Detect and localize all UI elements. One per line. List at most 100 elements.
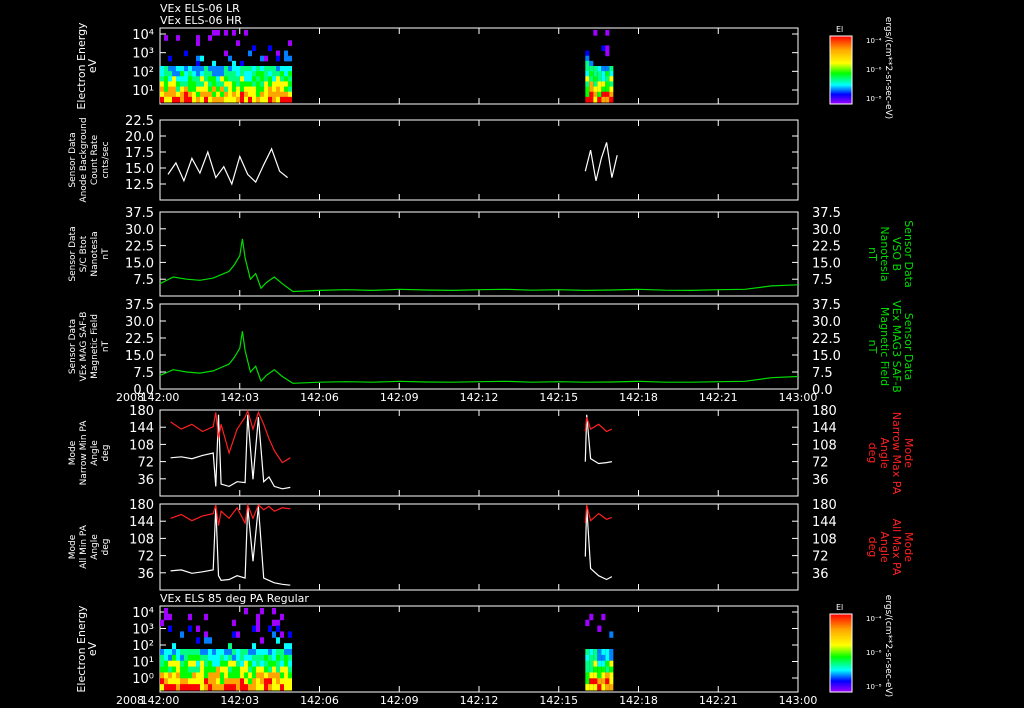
ytick-label: 10³ <box>132 47 154 62</box>
heatmap-cell <box>200 678 204 685</box>
ylabel-line: VEx MAG SAF-B <box>79 312 89 382</box>
heatmap-cell <box>224 50 228 57</box>
time-axis-label: 142:12 <box>460 391 499 404</box>
colorbar-tick: 10⁻⁸ <box>866 683 882 691</box>
heatmap-cell <box>593 30 598 36</box>
heatmap-cell <box>593 96 598 103</box>
heatmap-cell <box>272 619 276 627</box>
heatmap-cell <box>244 660 248 668</box>
heatmap-cell <box>192 654 196 662</box>
heatmap-cell <box>597 654 602 662</box>
heatmap-cell <box>585 71 590 77</box>
heatmap-cell <box>172 96 176 103</box>
heatmap-cell <box>228 76 232 82</box>
ytick-label-right: 144 <box>812 421 837 436</box>
heatmap-cell <box>192 678 196 685</box>
heatmap-cell <box>593 649 598 656</box>
ylabel-right: Sensor DataVSO BNanoteslanT <box>866 220 915 287</box>
ylabel-left: ModeNarrow Min PAAngledeg <box>68 420 111 486</box>
heatmap-cell <box>212 76 216 82</box>
heatmap-cell <box>593 666 598 673</box>
time-axis-label: 142:00 <box>141 391 180 404</box>
heatmap-cell <box>284 666 288 673</box>
ylabel-line: Sensor Data <box>68 226 78 281</box>
ytick-label: 22.5 <box>125 332 154 347</box>
heatmap-cell <box>593 672 598 679</box>
heatmap-cell <box>180 660 184 668</box>
heatmap-cell <box>204 91 208 98</box>
heatmap-cell <box>200 660 204 668</box>
heatmap-cell <box>236 666 240 673</box>
heatmap-cell <box>200 649 204 656</box>
heatmap-cell <box>256 666 260 673</box>
ytick-label: 10² <box>132 639 154 654</box>
heatmap-cell <box>232 96 236 103</box>
heatmap-cell <box>252 654 256 662</box>
ytick-label: 144 <box>129 421 154 436</box>
heatmap-cell <box>176 660 180 668</box>
heatmap-cell <box>605 672 610 679</box>
heatmap-cell <box>601 649 606 656</box>
heatmap-cell <box>160 91 164 98</box>
heatmap-cell <box>188 666 192 673</box>
heatmap-cell <box>268 678 272 685</box>
heatmap-cell <box>228 86 232 93</box>
heatmap-cell <box>224 30 228 36</box>
heatmap-cell <box>188 66 192 72</box>
heatmap-cell <box>589 60 594 67</box>
heatmap-cell <box>288 643 292 650</box>
heatmap-cell <box>585 672 590 679</box>
ytick-label-right: 37.5 <box>812 298 841 313</box>
heatmap-cell <box>232 660 236 668</box>
heatmap-cell <box>272 66 276 72</box>
heatmap-cell <box>168 55 172 62</box>
ytick-label: 15.0 <box>125 256 154 271</box>
heatmap-cell <box>168 76 172 82</box>
heatmap-cell <box>196 60 200 67</box>
heatmap-cell <box>228 91 232 98</box>
ylabel-line: Narrow Min PA <box>79 420 89 486</box>
heatmap-cell <box>264 76 268 82</box>
heatmap-cell <box>164 91 168 98</box>
heatmap-cell <box>252 91 256 98</box>
heatmap-cell <box>224 81 228 88</box>
heatmap-cell <box>164 76 168 82</box>
heatmap-cell <box>240 71 244 77</box>
time-axis-label: 142:09 <box>380 391 419 404</box>
heatmap-cell <box>240 660 244 668</box>
heatmap-cell <box>216 81 220 88</box>
heatmap-cell <box>284 91 288 98</box>
heatmap-cell <box>232 619 236 627</box>
heatmap-cell <box>264 55 268 62</box>
heatmap-cell <box>204 654 208 662</box>
heatmap-cell <box>236 66 240 72</box>
heatmap-cell <box>192 81 196 88</box>
colorbar-unit: ergs/(cm**2-sr-sec-eV) <box>883 17 893 119</box>
heatmap-cell <box>605 91 610 98</box>
heatmap-cell <box>200 666 204 673</box>
panel-frame <box>159 303 799 390</box>
heatmap-cell <box>597 86 602 93</box>
ytick-label: 30.0 <box>125 223 154 238</box>
heatmap-cell <box>200 81 204 88</box>
series-line <box>584 504 613 524</box>
heatmap-cell <box>276 50 280 57</box>
ytick-label: 10¹ <box>132 656 154 671</box>
heatmap-cell <box>601 678 606 685</box>
heatmap-cell <box>188 649 192 656</box>
ylabel-line: Angle <box>90 534 100 560</box>
heatmap-cell <box>228 678 232 685</box>
ytick-label: 180 <box>129 498 154 513</box>
heatmap-cell <box>188 76 192 82</box>
ylabel-line: Count Rate <box>90 134 100 185</box>
heatmap-cell <box>260 76 264 82</box>
heatmap-cell <box>264 654 268 662</box>
heatmap-cell <box>192 672 196 679</box>
heatmap-cell <box>276 76 280 82</box>
heatmap-cell <box>264 649 268 656</box>
heatmap-cell <box>601 66 606 72</box>
heatmap-cell <box>272 81 276 88</box>
heatmap-cell <box>252 660 256 668</box>
heatmap-cell <box>172 81 176 88</box>
heatmap-cell <box>172 71 176 77</box>
